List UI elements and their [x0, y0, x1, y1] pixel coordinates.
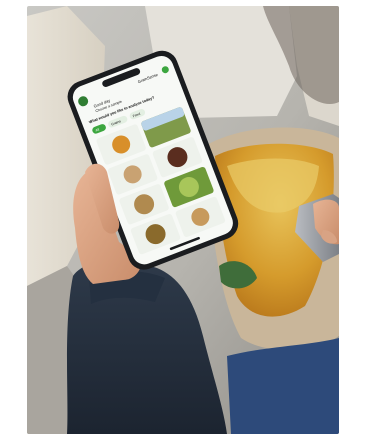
photo: GrainSense Good day Choose a sample What…: [27, 6, 339, 434]
blue-jacket: [227, 338, 339, 434]
photo-scene: GrainSense Good day Choose a sample What…: [27, 6, 339, 434]
